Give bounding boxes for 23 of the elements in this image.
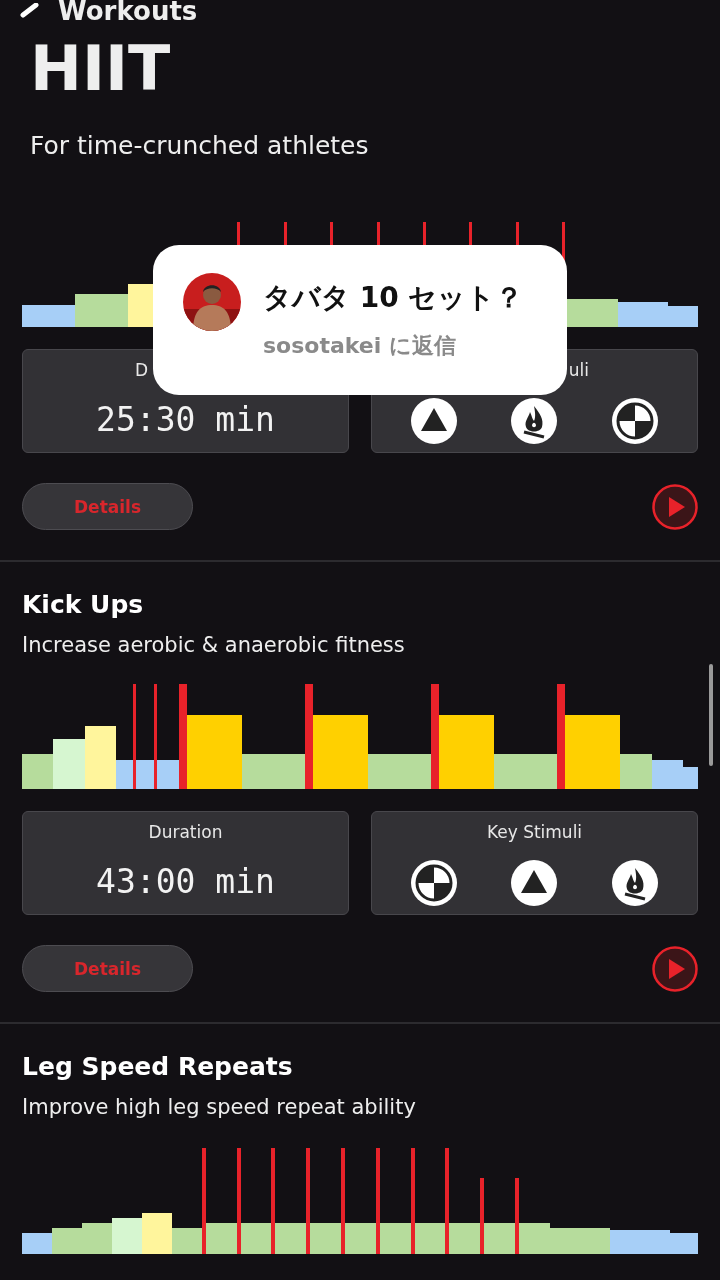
workout-title: Leg Speed Repeats bbox=[22, 1051, 294, 1083]
page-title: HIIT bbox=[30, 32, 172, 106]
quadrant-icon bbox=[410, 859, 459, 907]
duration-value: 25:30 min bbox=[95, 400, 276, 439]
workout-subtitle: Increase aerobic & anaerobic fitness bbox=[22, 632, 406, 659]
duration-label: D bbox=[134, 360, 150, 380]
details-button[interactable]: Details bbox=[22, 945, 193, 992]
key-stimuli-label: Key Stimuli bbox=[485, 822, 584, 842]
flame-icon bbox=[610, 859, 659, 907]
workout-title: Kick Ups bbox=[22, 589, 145, 621]
details-button[interactable]: Details bbox=[22, 483, 193, 530]
flame-icon bbox=[510, 397, 559, 445]
reply-to-label: sosotakei に返信 bbox=[263, 332, 457, 360]
workout-subtitle: Improve high leg speed repeat ability bbox=[22, 1094, 417, 1121]
quadrant-icon bbox=[610, 397, 659, 445]
reply-message: タバタ 10 セット？ bbox=[263, 280, 524, 316]
duration-label: Duration bbox=[147, 822, 224, 842]
duration-value: 43:00 min bbox=[95, 862, 276, 901]
play-icon[interactable] bbox=[652, 483, 698, 530]
key-stimuli-label: uli bbox=[567, 360, 590, 380]
play-icon[interactable] bbox=[652, 945, 698, 992]
back-label[interactable]: Workouts bbox=[58, 0, 198, 26]
page-subtitle: For time-crunched athletes bbox=[30, 130, 370, 162]
